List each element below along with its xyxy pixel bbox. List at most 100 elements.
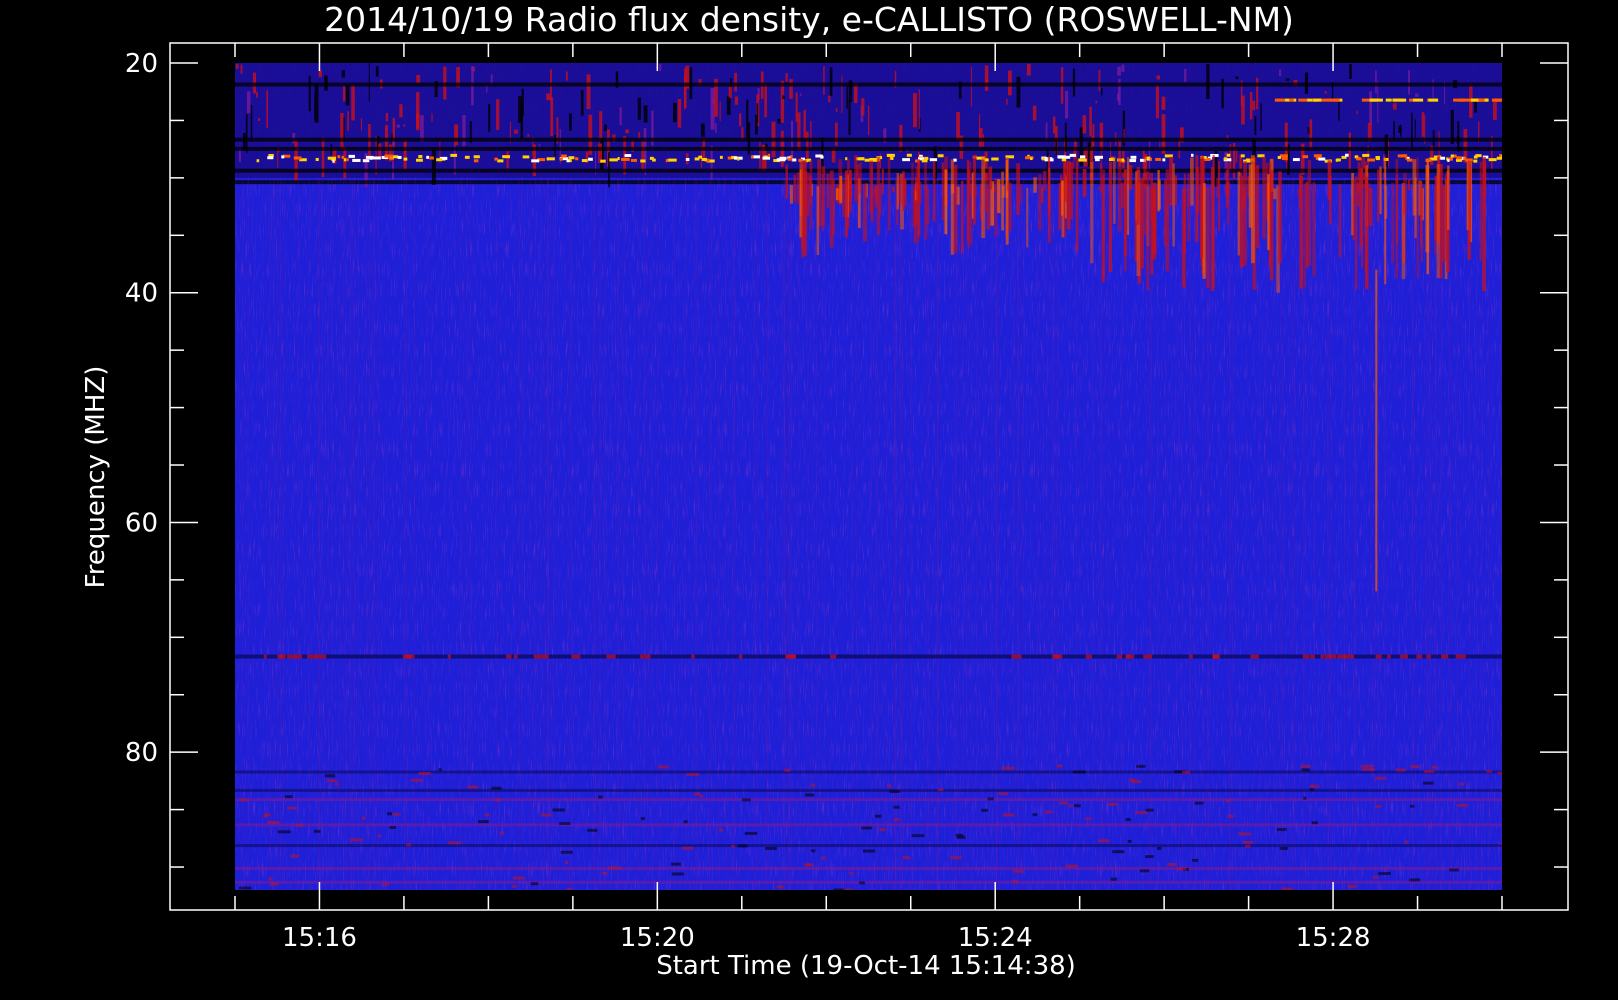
bright-line-segment	[522, 155, 530, 159]
lower-band-spot	[1409, 878, 1421, 882]
lower-band-spot	[683, 820, 688, 824]
bright-line-segment	[929, 158, 938, 162]
horizontal-line-spot	[1375, 654, 1382, 659]
band-streak	[565, 71, 568, 81]
lower-band-spot	[1374, 776, 1387, 780]
lower-band-spot	[552, 808, 565, 812]
burst-streak	[892, 186, 895, 193]
bright-line-segment	[1094, 155, 1103, 159]
band-streak	[343, 146, 347, 179]
bright-line-segment	[630, 158, 638, 162]
faint-streak	[732, 177, 734, 890]
burst-streak	[1479, 161, 1482, 262]
lower-band-spot	[387, 812, 393, 816]
faint-streak	[1440, 177, 1442, 890]
burst-streak	[1414, 177, 1417, 238]
lower-band-spot	[286, 806, 297, 810]
bright-line-segment	[362, 159, 370, 163]
lower-band-spot	[893, 818, 900, 822]
lower-band-spot	[1157, 846, 1162, 850]
faint-streak	[345, 177, 347, 890]
faint-streak	[856, 177, 858, 890]
burst-streak	[1172, 163, 1175, 247]
burst-streak	[1061, 180, 1065, 238]
lower-band-spot	[1375, 804, 1382, 808]
band-streak	[1249, 92, 1253, 120]
band-streak	[266, 90, 268, 129]
band-streak	[805, 131, 809, 162]
faint-streak	[269, 177, 271, 890]
faint-streak	[617, 177, 619, 890]
lower-band-spot	[418, 771, 432, 775]
horizontal-line-spot	[644, 654, 651, 659]
lower-band-spot	[776, 885, 784, 889]
lower-band-spot	[1012, 869, 1024, 873]
faint-streak	[1435, 177, 1437, 890]
bright-line-segment	[762, 156, 771, 160]
lower-band-spot	[1069, 804, 1073, 808]
lower-band-spot	[467, 785, 479, 789]
bright-line-segment	[1393, 98, 1404, 102]
band-dark-line	[235, 137, 1502, 142]
band-streak	[800, 93, 802, 97]
band-streak	[1377, 81, 1379, 123]
horizontal-line-spot	[1455, 654, 1466, 659]
burst-streak	[932, 161, 936, 222]
band-streak	[1117, 66, 1121, 76]
band-streak	[599, 111, 603, 143]
band-streak	[1101, 87, 1103, 96]
band-streak	[1260, 103, 1262, 131]
horizontal-line-spot	[571, 654, 581, 659]
lower-band-spot	[491, 786, 502, 790]
faint-streak	[1280, 177, 1282, 890]
horizontal-line-spot	[263, 654, 267, 659]
burst-streak	[1237, 171, 1241, 256]
band-streak	[347, 111, 349, 131]
horizontal-line-spot	[1116, 654, 1123, 659]
burst-streak	[918, 181, 922, 205]
faint-streak	[1330, 177, 1332, 890]
lower-band-spot	[270, 882, 279, 886]
band-streak	[1121, 64, 1125, 72]
faint-streak	[1100, 177, 1102, 890]
band-streak	[734, 72, 738, 92]
bright-line-segment	[281, 155, 285, 159]
bright-line-segment	[566, 159, 570, 163]
bright-line-segment	[1162, 158, 1166, 162]
faint-streak	[673, 177, 675, 890]
lower-band-spot	[447, 841, 461, 845]
band-streak	[1279, 69, 1282, 77]
lower-band-spot	[1361, 764, 1374, 768]
band-streak	[912, 93, 917, 128]
bright-line-segment	[1079, 155, 1086, 159]
faint-streak	[811, 177, 813, 890]
band-dark-line	[235, 180, 1502, 185]
bright-line-segment	[332, 159, 335, 163]
faint-streak	[273, 177, 275, 890]
band-streak	[454, 124, 459, 146]
band-streak	[399, 104, 403, 118]
lower-band-spot	[1449, 868, 1459, 872]
faint-streak	[895, 177, 897, 890]
band-streak	[514, 129, 518, 134]
bright-line-segment	[1155, 157, 1162, 161]
horizontal-line-spot	[1416, 654, 1423, 659]
faint-streak	[353, 177, 355, 890]
band-streak	[1338, 101, 1340, 121]
band-streak	[1421, 112, 1425, 137]
bright-line-segment	[1292, 158, 1300, 162]
bright-line-segment	[701, 157, 707, 161]
faint-streak	[540, 177, 542, 890]
lower-band-spot	[406, 843, 412, 847]
faint-streak	[1448, 177, 1450, 890]
band-streak	[416, 92, 420, 131]
band-streak	[755, 114, 758, 135]
faint-streak	[1231, 177, 1233, 890]
burst-streak	[911, 162, 914, 227]
y-axis-label: Frequency (MHZ)	[81, 366, 111, 589]
bright-line-segment	[991, 157, 999, 161]
lower-band-spot	[1085, 817, 1092, 821]
faint-streak	[1499, 177, 1501, 890]
burst-streak	[944, 169, 948, 235]
lower-band-spot	[998, 792, 1009, 796]
